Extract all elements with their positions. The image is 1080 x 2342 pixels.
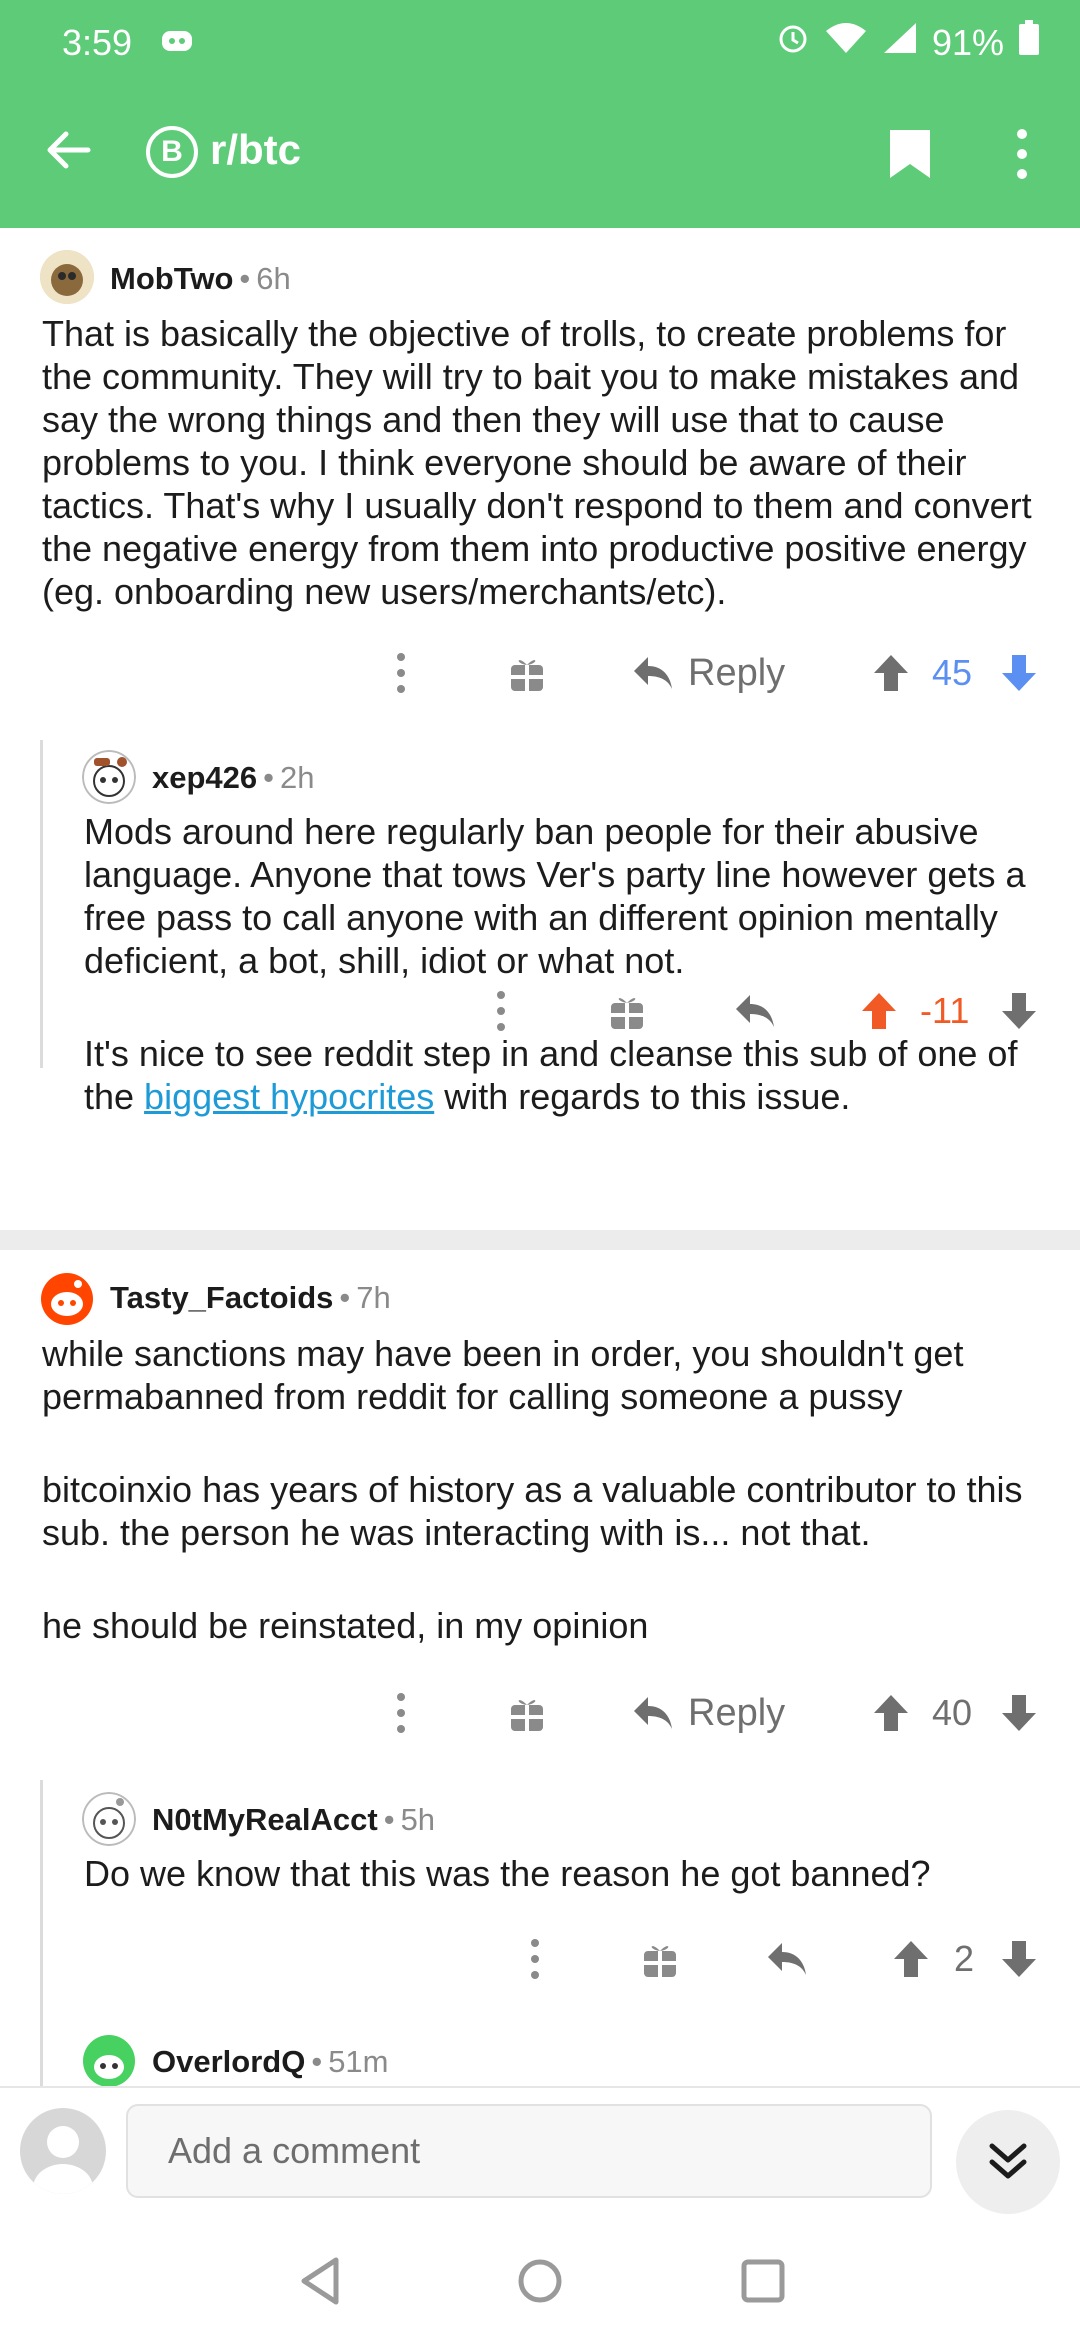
subreddit-name[interactable]: r/btc: [210, 126, 301, 174]
comment-paragraph: Mods around here regularly ban people fo…: [84, 811, 1026, 981]
biggest-hypocrites-link[interactable]: biggest hypocrites: [144, 1076, 434, 1117]
avatar[interactable]: [82, 750, 136, 804]
score: 2: [954, 1924, 974, 1994]
alarm-icon: [776, 21, 810, 64]
comment-body: Do we know that this was the reason he g…: [84, 1852, 1064, 1895]
upvote-button[interactable]: [872, 1678, 910, 1748]
wifi-icon: [824, 21, 868, 64]
status-bar: 3:59 91%: [0, 18, 1080, 65]
overflow-button[interactable]: [388, 1678, 414, 1748]
comment-author[interactable]: xep426: [152, 760, 257, 795]
app-bar: 3:59 91% B r/btc: [0, 0, 1080, 228]
avatar[interactable]: [40, 250, 94, 304]
subreddit-icon[interactable]: B: [146, 126, 198, 178]
bottom-bar: Add a comment: [0, 2086, 1080, 2342]
comment-list[interactable]: MobTwo • 6h That is basically the objectiv…: [0, 228, 1080, 2086]
gift-award-button[interactable]: [608, 976, 646, 1046]
reply-button[interactable]: Reply: [632, 638, 785, 708]
gift-award-button[interactable]: [508, 1678, 546, 1748]
system-nav-bar: [0, 2256, 1080, 2336]
bookmark-icon[interactable]: [888, 128, 932, 185]
battery-icon: [1018, 20, 1040, 65]
comment-author[interactable]: MobTwo: [110, 261, 233, 296]
gift-award-button[interactable]: [641, 1924, 679, 1994]
add-comment-input[interactable]: Add a comment: [126, 2104, 932, 2198]
comment-body: That is basically the objective of troll…: [42, 312, 1062, 613]
signal-icon: [882, 21, 918, 64]
avatar[interactable]: [40, 1272, 94, 1326]
comment-age: 7h: [356, 1280, 391, 1315]
downvote-button[interactable]: [1000, 638, 1038, 708]
comment-author[interactable]: OverlordQ: [152, 2044, 305, 2079]
comment-author[interactable]: Tasty_Factoids: [110, 1280, 333, 1315]
user-avatar[interactable]: [20, 2108, 106, 2194]
nav-recents-icon[interactable]: [740, 2256, 786, 2311]
score: 45: [932, 638, 972, 708]
comment-actions: -11: [0, 976, 1080, 1046]
avatar[interactable]: [82, 1792, 136, 1846]
comment-paragraph: Do we know that this was the reason he g…: [84, 1853, 931, 1894]
overflow-button[interactable]: [522, 1924, 548, 1994]
score-value: 45: [932, 652, 973, 693]
comment-body: while sanctions may have been in order, …: [42, 1332, 1062, 1647]
comment-actions: 2: [0, 1924, 1080, 1994]
comment-actions: Reply 45: [0, 638, 1080, 708]
toolbar: B r/btc: [0, 110, 1080, 190]
comment-age: 51m: [328, 2044, 389, 2079]
back-arrow-icon[interactable]: [44, 126, 92, 179]
comment-header: MobTwo • 6h: [110, 261, 291, 296]
discord-icon: [160, 24, 194, 66]
comment-header: xep426 • 2h: [152, 760, 315, 795]
upvote-button[interactable]: [892, 1924, 930, 1994]
comment-paragraph: That is basically the objective of troll…: [42, 313, 1032, 612]
comment-paragraph: bitcoinxio has years of history as a val…: [42, 1469, 1023, 1553]
downvote-button[interactable]: [1000, 1678, 1038, 1748]
jump-to-next-button[interactable]: [956, 2110, 1060, 2214]
overflow-button[interactable]: [388, 638, 414, 708]
reply-label: Reply: [688, 1691, 786, 1734]
comment-age: 5h: [400, 1802, 436, 1837]
score-value: 2: [954, 1938, 975, 1979]
more-options-icon[interactable]: [1010, 128, 1034, 185]
comment-author[interactable]: N0tMyRealAcct: [152, 1802, 378, 1837]
downvote-button[interactable]: [1000, 1924, 1038, 1994]
gift-award-button[interactable]: [508, 638, 546, 708]
reply-label: Reply: [688, 651, 786, 694]
comment-age: 2h: [280, 760, 315, 795]
paragraph-text: with regards to this issue.: [434, 1076, 851, 1117]
double-chevron-down-icon: [989, 2143, 1027, 2179]
thread-line: [40, 2020, 43, 2086]
upvote-button[interactable]: [860, 976, 898, 1046]
downvote-button[interactable]: [1000, 976, 1038, 1046]
comment-header: OverlordQ • 51m: [152, 2044, 389, 2079]
status-time: 3:59: [62, 22, 133, 63]
comment-header: Tasty_Factoids • 7h: [110, 1280, 391, 1315]
status-icons: 91%: [776, 20, 1040, 65]
battery-percent: 91%: [931, 21, 1004, 63]
overflow-button[interactable]: [488, 976, 514, 1046]
avatar[interactable]: [82, 2034, 136, 2086]
score: 40: [932, 1678, 972, 1748]
upvote-button[interactable]: [872, 638, 910, 708]
comment-paragraph: he should be reinstated, in my opinion: [42, 1605, 649, 1646]
comment-header: N0tMyRealAcct • 5h: [152, 1802, 436, 1837]
thread-divider: [0, 1230, 1080, 1250]
nav-back-icon[interactable]: [298, 2256, 342, 2311]
score-value: 40: [932, 1692, 973, 1733]
comment-paragraph: while sanctions may have been in order, …: [42, 1333, 964, 1417]
nav-home-icon[interactable]: [516, 2256, 564, 2311]
reply-button[interactable]: [734, 976, 776, 1046]
reply-button[interactable]: Reply: [632, 1678, 785, 1748]
comment-actions: Reply 40: [0, 1678, 1080, 1748]
comment-age: 6h: [256, 261, 291, 296]
comment-body: Mods around here regularly ban people fo…: [84, 810, 1064, 1118]
score-value: -11: [920, 990, 970, 1031]
score: -11: [920, 976, 969, 1046]
reply-button[interactable]: [766, 1924, 808, 1994]
